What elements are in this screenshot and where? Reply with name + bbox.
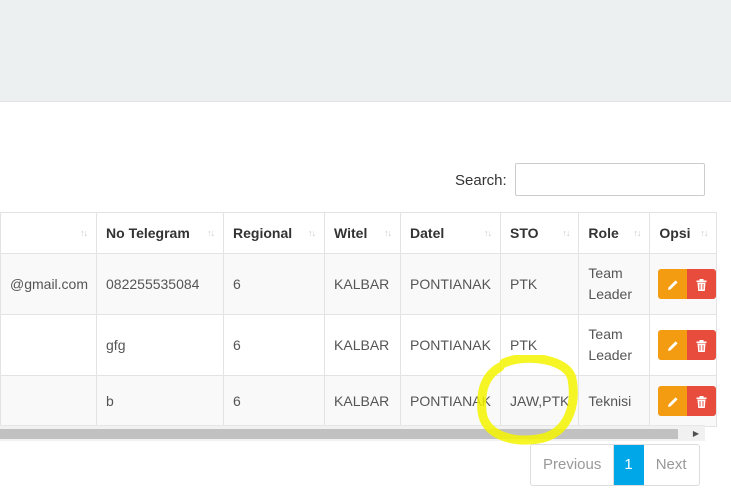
cell-witel: KALBAR bbox=[324, 253, 402, 315]
pencil-icon bbox=[667, 341, 678, 351]
cell-opsi bbox=[649, 375, 718, 427]
cell-regional: 6 bbox=[223, 253, 326, 315]
cell-regional: 6 bbox=[223, 375, 326, 427]
column-header-email[interactable]: ↑↓ bbox=[0, 212, 98, 254]
edit-button[interactable] bbox=[658, 269, 688, 299]
cell-opsi bbox=[649, 314, 718, 376]
search-label: Search: bbox=[455, 172, 507, 189]
column-header-no-telegram[interactable]: No Telegram ↑↓ bbox=[96, 212, 225, 254]
sort-icon: ↑↓ bbox=[562, 228, 570, 238]
column-header-role[interactable]: Role ↑↓ bbox=[578, 212, 651, 254]
table-row: gfg 6 KALBAR PONTIANAK PTK Team Leader bbox=[0, 314, 718, 376]
column-header-sto[interactable]: STO ↑↓ bbox=[500, 212, 580, 254]
search-input[interactable] bbox=[515, 163, 705, 196]
top-header-area bbox=[0, 0, 731, 101]
cell-email: @gmail.com bbox=[0, 253, 98, 315]
users-table: ↑↓ No Telegram ↑↓ Regional ↑↓ Witel ↑↓ Date… bbox=[0, 212, 718, 427]
column-header-datel[interactable]: Datel ↑↓ bbox=[400, 212, 502, 254]
delete-button[interactable] bbox=[687, 386, 717, 416]
cell-regional: 6 bbox=[223, 314, 326, 376]
horizontal-scrollbar[interactable]: ▶ bbox=[0, 425, 705, 441]
column-header-opsi[interactable]: Opsi ↑↓ bbox=[649, 212, 718, 254]
delete-button[interactable] bbox=[687, 330, 717, 360]
highlight-annotation bbox=[477, 355, 578, 445]
cell-sto: PTK bbox=[500, 253, 580, 315]
table-row: @gmail.com 082255535084 6 KALBAR PONTIAN… bbox=[0, 253, 718, 315]
pencil-icon bbox=[667, 280, 678, 290]
pencil-icon bbox=[667, 397, 678, 407]
cell-role: Teknisi bbox=[578, 375, 651, 427]
pagination: Previous 1 Next bbox=[530, 444, 700, 486]
sort-icon: ↑↓ bbox=[384, 228, 392, 238]
sort-icon: ↑↓ bbox=[80, 228, 88, 238]
edit-button[interactable] bbox=[658, 330, 688, 360]
sort-icon: ↑↓ bbox=[308, 228, 316, 238]
column-header-witel[interactable]: Witel ↑↓ bbox=[324, 212, 402, 254]
next-page-button[interactable]: Next bbox=[644, 445, 699, 485]
trash-icon bbox=[696, 395, 707, 408]
cell-witel: KALBAR bbox=[324, 375, 402, 427]
sort-icon: ↑↓ bbox=[700, 228, 708, 238]
table-header-row: ↑↓ No Telegram ↑↓ Regional ↑↓ Witel ↑↓ Date… bbox=[0, 212, 718, 254]
cell-role: Team Leader bbox=[578, 253, 651, 315]
delete-button[interactable] bbox=[687, 269, 717, 299]
column-header-regional[interactable]: Regional ↑↓ bbox=[223, 212, 326, 254]
cell-email bbox=[0, 314, 98, 376]
sort-icon: ↑↓ bbox=[484, 228, 492, 238]
previous-page-button[interactable]: Previous bbox=[531, 445, 615, 485]
table-row: b 6 KALBAR PONTIANAK JAW,PTK Teknisi bbox=[0, 375, 718, 427]
page-1-button[interactable]: 1 bbox=[614, 445, 644, 485]
edit-button[interactable] bbox=[658, 386, 688, 416]
sort-icon: ↑↓ bbox=[207, 228, 215, 238]
cell-witel: KALBAR bbox=[324, 314, 402, 376]
trash-icon bbox=[696, 278, 707, 291]
cell-telegram: gfg bbox=[96, 314, 225, 376]
cell-role: Team Leader bbox=[578, 314, 651, 376]
cell-email bbox=[0, 375, 98, 427]
sort-icon: ↑↓ bbox=[633, 228, 641, 238]
trash-icon bbox=[696, 339, 707, 352]
cell-datel: PONTIANAK bbox=[400, 253, 502, 315]
cell-opsi bbox=[649, 253, 718, 315]
triangle-right-icon[interactable]: ▶ bbox=[687, 426, 705, 442]
cell-telegram: 082255535084 bbox=[96, 253, 225, 315]
cell-telegram: b bbox=[96, 375, 225, 427]
